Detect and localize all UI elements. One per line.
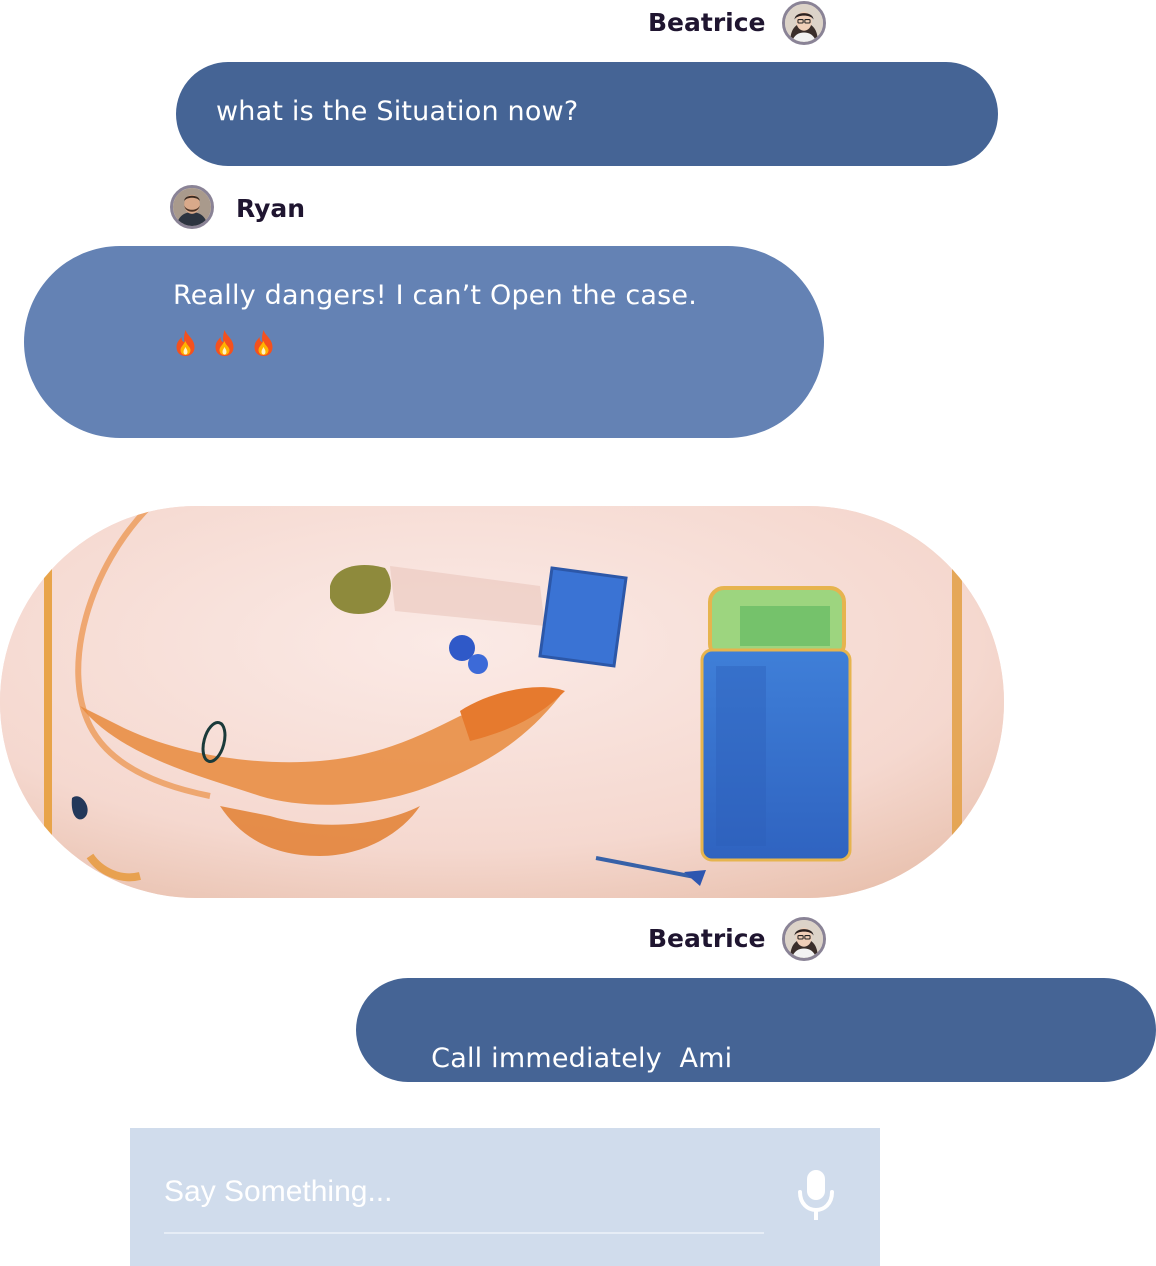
sender-name: Beatrice (648, 924, 766, 953)
microphone-button[interactable] (792, 1166, 840, 1222)
sender-name: Ryan (236, 194, 306, 223)
man-avatar-icon (173, 188, 211, 226)
fire-emoji-icon (176, 330, 195, 356)
message-composer (130, 1128, 880, 1266)
input-underline (164, 1232, 764, 1234)
woman-avatar-icon (785, 920, 823, 958)
avatar-ryan[interactable] (170, 185, 214, 229)
microphone-icon (798, 1170, 834, 1220)
fire-emoji-icon (254, 330, 273, 356)
message-text: Call immediately Ami (431, 1043, 733, 1074)
woman-avatar-icon (785, 4, 823, 42)
avatar-beatrice[interactable] (782, 1, 826, 45)
emoji-row (173, 329, 784, 357)
message-bubble[interactable]: what is the Situation now? (176, 62, 998, 166)
sender-name: Beatrice (648, 8, 766, 37)
message-bubble[interactable]: Really dangers! I can’t Open the case. (24, 246, 824, 438)
message-text: Really dangers! I can’t Open the case. (173, 280, 698, 311)
message-input[interactable] (164, 1168, 764, 1216)
avatar-beatrice[interactable] (782, 917, 826, 961)
message-bubble[interactable]: Call immediately Ami (356, 978, 1156, 1082)
message-text: what is the Situation now? (216, 96, 579, 127)
xray-scan-image (0, 506, 1004, 898)
fire-emoji-icon (215, 330, 234, 356)
image-message[interactable] (0, 506, 1004, 898)
